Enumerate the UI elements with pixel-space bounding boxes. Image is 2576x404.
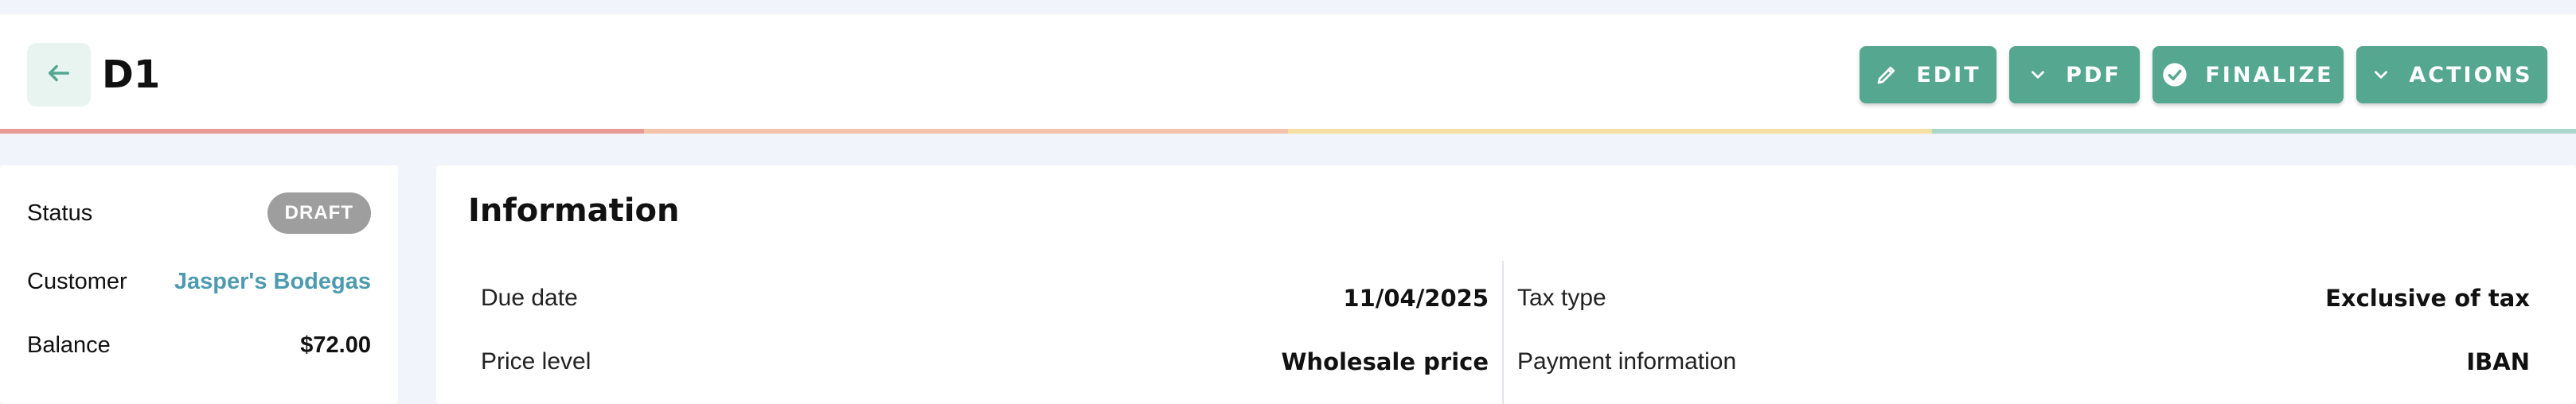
info-row-tax-type: Tax type Exclusive of tax: [1517, 277, 2530, 320]
check-circle-icon: [2162, 62, 2188, 87]
status-progress-bar: [0, 129, 2576, 134]
info-row-due-date: Due date 11/04/2025: [481, 277, 1489, 320]
balance-row: Balance $72.00: [27, 321, 371, 369]
status-badge: DRAFT: [267, 192, 371, 234]
info-label: Price level: [481, 348, 591, 375]
info-value: IBAN: [2466, 348, 2530, 375]
chevron-down-icon: [2371, 64, 2391, 85]
information-card: Information Due date 11/04/2025 Price le…: [436, 165, 2576, 404]
pdf-button-label: PDF: [2066, 62, 2121, 87]
info-label: Tax type: [1517, 285, 1606, 311]
progress-segment: [0, 129, 644, 134]
customer-row: Customer Jasper's Bodegas: [27, 258, 371, 305]
page-header: D1 EDIT PDF FINALIZE ACTIONS: [0, 14, 2576, 134]
column-divider: [1502, 261, 1504, 404]
balance-value: $72.00: [300, 332, 371, 358]
finalize-button-label: FINALIZE: [2205, 62, 2334, 87]
info-value: 11/04/2025: [1343, 285, 1489, 312]
toolbar: EDIT PDF FINALIZE ACTIONS: [1860, 46, 2547, 103]
edit-button-label: EDIT: [1916, 62, 1981, 87]
progress-segment: [1932, 129, 2576, 134]
progress-segment: [1288, 129, 1932, 134]
customer-link[interactable]: Jasper's Bodegas: [174, 269, 371, 295]
back-button[interactable]: [27, 43, 91, 107]
info-value: Exclusive of tax: [2325, 285, 2530, 312]
finalize-button[interactable]: FINALIZE: [2153, 46, 2344, 103]
summary-card: Status DRAFT Customer Jasper's Bodegas B…: [0, 165, 398, 404]
edit-button[interactable]: EDIT: [1860, 46, 1996, 103]
status-row: Status DRAFT: [27, 189, 371, 237]
pdf-dropdown-button[interactable]: PDF: [2009, 46, 2140, 103]
actions-dropdown-button[interactable]: ACTIONS: [2356, 46, 2547, 103]
info-label: Payment information: [1517, 348, 1737, 375]
page-title: D1: [102, 52, 161, 97]
info-row-payment-information: Payment information IBAN: [1517, 340, 2530, 383]
status-label: Status: [27, 200, 93, 226]
info-label: Due date: [481, 285, 578, 311]
progress-segment: [644, 129, 1288, 134]
pencil-icon: [1875, 63, 1899, 87]
info-value: Wholesale price: [1281, 348, 1489, 375]
section-title: Information: [468, 192, 680, 229]
actions-button-label: ACTIONS: [2409, 62, 2533, 87]
info-row-price-level: Price level Wholesale price: [481, 340, 1489, 383]
arrow-left-icon: [45, 60, 72, 91]
balance-label: Balance: [27, 332, 111, 358]
customer-label: Customer: [27, 268, 127, 294]
chevron-down-icon: [2028, 64, 2048, 85]
